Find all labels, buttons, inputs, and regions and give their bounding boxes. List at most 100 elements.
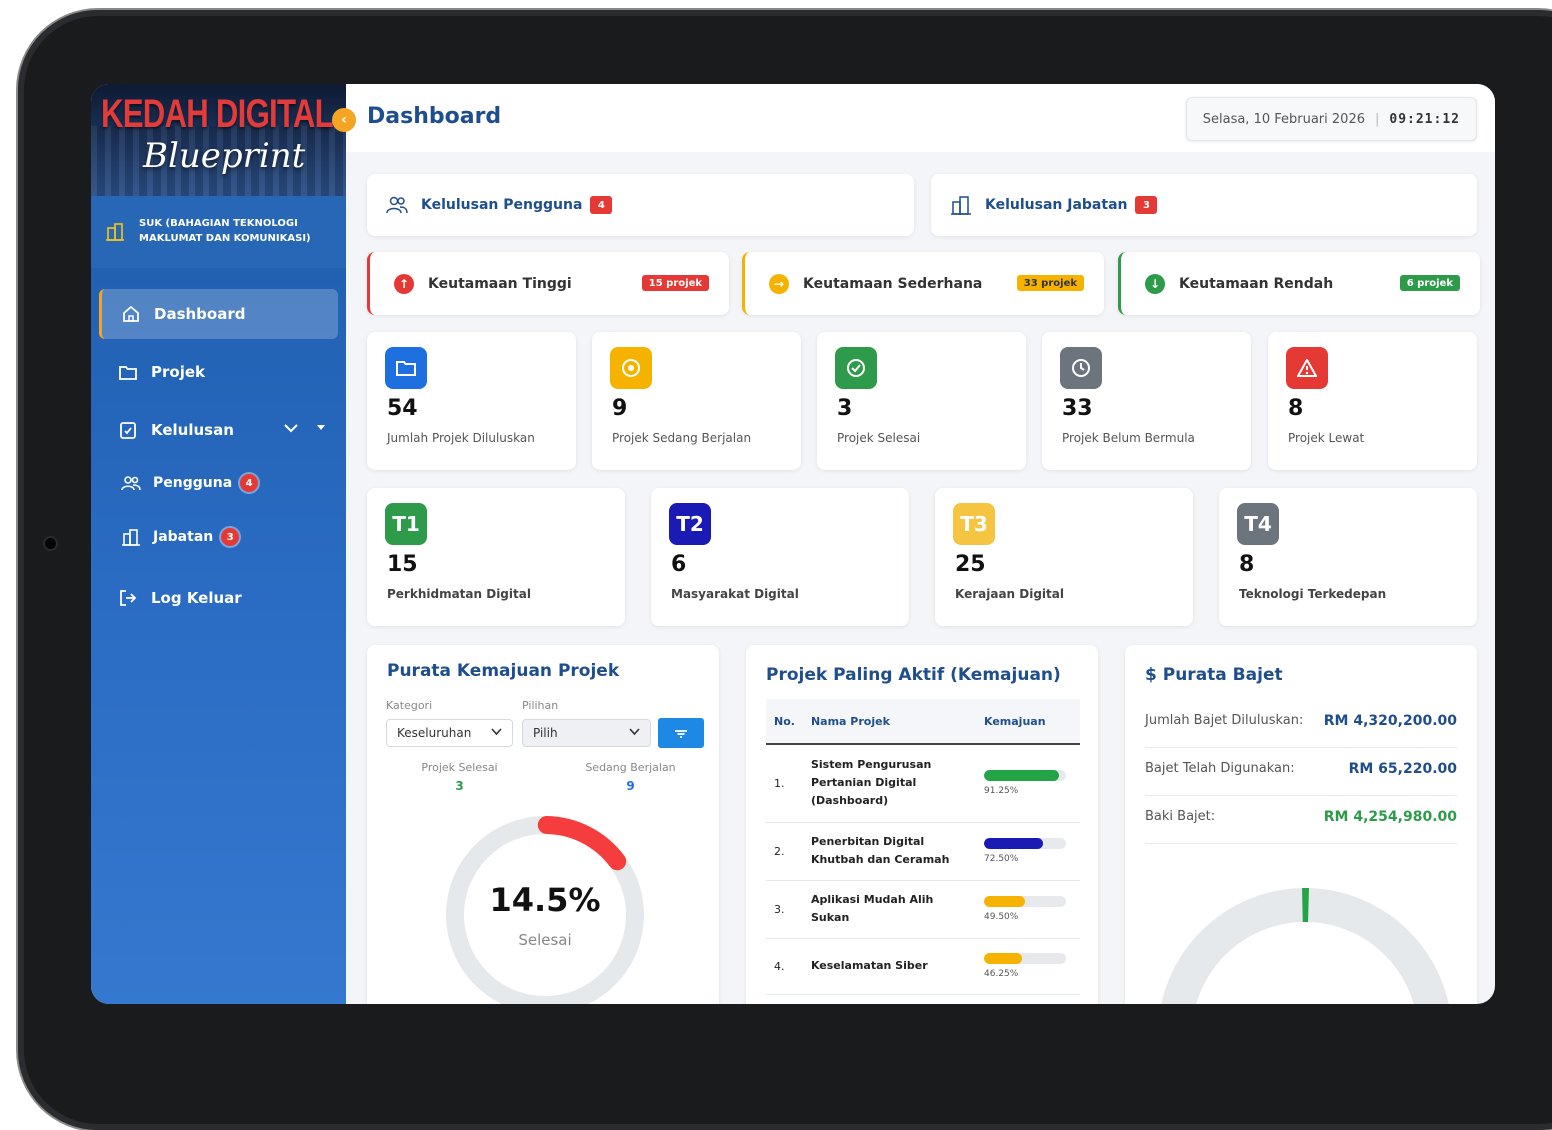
progress-bar-fill [984, 838, 1043, 849]
building-icon [121, 527, 141, 547]
brand-subtitle: Blueprint [143, 136, 305, 176]
sidebar-item-projek[interactable]: Projek [99, 347, 335, 397]
stat-label: Projek Belum Bermula [1062, 431, 1195, 445]
thrust-label: Perkhidmatan Digital [387, 587, 531, 601]
kategori-selected-value: Keseluruhan [397, 726, 471, 740]
priority-count-pill: 33 projek [1017, 275, 1084, 291]
sidebar-subitem-label: Pengguna [153, 475, 232, 491]
building-icon [105, 222, 123, 240]
approval-count-badge: 3 [1135, 196, 1157, 214]
thrust-card-t1[interactable]: T1 15 Perkhidmatan Digital [367, 488, 625, 626]
kategori-select[interactable]: Keseluruhan [386, 719, 513, 747]
clock-icon [1060, 347, 1102, 389]
warning-icon [1286, 347, 1328, 389]
datetime-box: Selasa, 10 Februari 2026 | 09:21:12 [1186, 97, 1477, 141]
budget-label: Bajet Telah Digunakan: [1145, 761, 1295, 776]
approval-card-jabatan[interactable]: Kelulusan Jabatan 3 [931, 174, 1477, 236]
project-name: Sistem Pengurusan Pertanian Digital (Das… [803, 744, 976, 822]
priority-label: Keutamaan Rendah [1179, 276, 1333, 292]
stat-value: 8 [1288, 396, 1303, 421]
progress-cell: 49.50% [976, 880, 1080, 938]
stat-card-diluluskan[interactable]: 54 Jumlah Projek Diluluskan [367, 332, 576, 470]
stat-card-berjalan[interactable]: 9 Projek Sedang Berjalan [592, 332, 801, 470]
progress-cell: 72.50% [976, 822, 1080, 880]
t4-badge: T4 [1237, 503, 1279, 545]
stat-card-selesai[interactable]: 3 Projek Selesai [817, 332, 1026, 470]
datetime-separator: | [1375, 112, 1379, 127]
pilihan-select[interactable]: Pilih [522, 719, 651, 747]
thrust-label: Masyarakat Digital [671, 587, 799, 601]
berjalan-value: 9 [568, 779, 693, 793]
sidebar-item-kelulusan[interactable]: Kelulusan [99, 405, 335, 455]
thrust-card-t4[interactable]: T4 8 Teknologi Terkedepan [1219, 488, 1477, 626]
stat-label: Projek Selesai [837, 431, 920, 445]
stat-value: 54 [387, 396, 418, 421]
sidebar-item-dashboard[interactable]: Dashboard [99, 289, 338, 339]
priority-card-sederhana[interactable]: → Keutamaan Sederhana 33 projek [742, 252, 1104, 315]
t2-badge: T2 [669, 503, 711, 545]
berjalan-label: Sedang Berjalan [568, 761, 693, 774]
priority-count-pill: 15 projek [642, 275, 709, 291]
header: Dashboard Selasa, 10 Februari 2026 | 09:… [346, 84, 1495, 152]
approval-card-pengguna[interactable]: Kelulusan Pengguna 4 [367, 174, 914, 236]
t1-badge: T1 [385, 503, 427, 545]
table-row[interactable]: 2.Penerbitan Digital Khutbah dan Ceramah… [766, 822, 1080, 880]
users-icon [121, 473, 141, 493]
panel-title: Purata Kemajuan Projek [387, 661, 619, 681]
users-icon [385, 193, 409, 217]
logout-icon [117, 587, 139, 609]
priority-card-rendah[interactable]: ↓ Keutamaan Rendah 6 projek [1118, 252, 1480, 315]
progress-bar [984, 953, 1066, 964]
progress-cell: 46.25% [976, 938, 1080, 994]
gauge-label: Selesai [435, 931, 655, 949]
progress-bar [984, 838, 1066, 849]
chevron-left-icon: ‹ [341, 112, 347, 128]
priority-label: Keutamaan Tinggi [428, 276, 572, 292]
row-number: 1. [766, 744, 803, 822]
progress-percent: 49.50% [984, 912, 1072, 922]
sidebar-item-log-keluar[interactable]: Log Keluar [99, 573, 335, 623]
collapse-sidebar-button[interactable]: ‹ [332, 108, 356, 132]
org-name: SUK (BAHAGIAN TEKNOLOGI MAKLUMAT DAN KOM… [139, 216, 339, 246]
budget-label: Baki Bajet: [1145, 809, 1215, 824]
active-projects-panel: Projek Paling Aktif (Kemajuan) No. Nama … [746, 645, 1098, 1004]
brand-title: KEDAH DIGITAL [101, 92, 333, 137]
selesai-value: 3 [397, 779, 522, 793]
sidebar-subitem-jabatan[interactable]: Jabatan 3 [121, 521, 239, 553]
sidebar-item-label: Log Keluar [151, 589, 242, 607]
page-title: Dashboard [367, 104, 501, 129]
thrust-card-t3[interactable]: T3 25 Kerajaan Digital [935, 488, 1193, 626]
table-row[interactable]: 1.Sistem Pengurusan Pertanian Digital (D… [766, 744, 1080, 822]
row-number: 2. [766, 822, 803, 880]
sidebar-subitem-pengguna[interactable]: Pengguna 4 [121, 467, 258, 499]
sidebar-item-label: Projek [151, 363, 205, 381]
project-name: Penerbitan Digital Khutbah dan Ceramah [803, 822, 976, 880]
home-icon [120, 303, 142, 325]
stat-value: 33 [1062, 396, 1093, 421]
approval-count-badge: 4 [590, 196, 612, 214]
filter-button[interactable] [658, 718, 704, 748]
progress-panel: Purata Kemajuan Projek Kategori Keseluru… [367, 645, 719, 1004]
progress-bar-fill [984, 770, 1059, 781]
table-row[interactable]: 4.Keselamatan Siber46.25% [766, 938, 1080, 994]
panel-title: $ Purata Bajet [1145, 665, 1283, 685]
current-date: Selasa, 10 Februari 2026 [1203, 112, 1365, 127]
budget-row-baki: Baki Bajet: RM 4,254,980.00 [1145, 795, 1457, 844]
thrust-card-t2[interactable]: T2 6 Masyarakat Digital [651, 488, 909, 626]
stat-card-lewat[interactable]: 8 Projek Lewat [1268, 332, 1477, 470]
panel-title: Projek Paling Aktif (Kemajuan) [766, 665, 1061, 685]
column-header-nama: Nama Projek [803, 699, 976, 744]
column-header-no: No. [766, 699, 803, 744]
project-name: Aplikasi Mudah Alih Sukan [803, 880, 976, 938]
row-number: 3. [766, 880, 803, 938]
stat-card-belum-bermula[interactable]: 33 Projek Belum Bermula [1042, 332, 1251, 470]
clipboard-check-icon [117, 419, 139, 441]
column-header-kemajuan: Kemajuan [976, 699, 1080, 744]
active-projects-table: No. Nama Projek Kemajuan 1.Sistem Pengur… [766, 699, 1080, 995]
priority-card-tinggi[interactable]: ↑ Keutamaan Tinggi 15 projek [367, 252, 729, 315]
budget-row-digunakan: Bajet Telah Digunakan: RM 65,220.00 [1145, 747, 1457, 796]
row-number: 4. [766, 938, 803, 994]
thrust-label: Kerajaan Digital [955, 587, 1064, 601]
table-row[interactable]: 3.Aplikasi Mudah Alih Sukan 49.50% [766, 880, 1080, 938]
thrust-value: 25 [955, 552, 986, 577]
